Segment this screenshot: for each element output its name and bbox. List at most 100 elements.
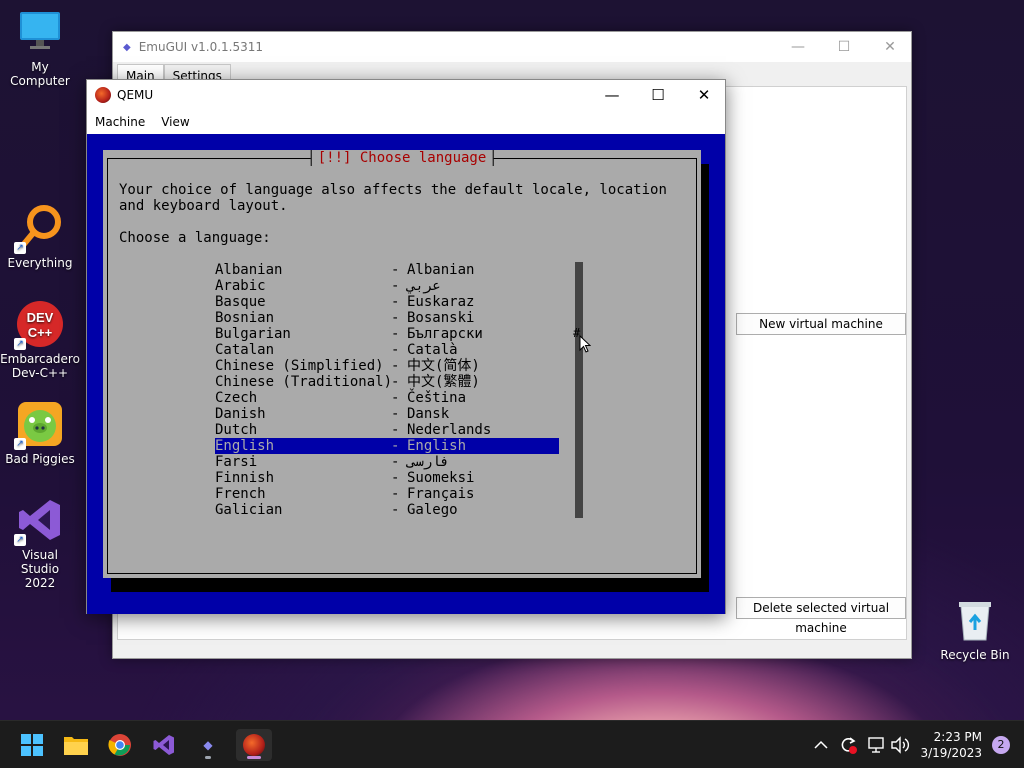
desktop-icon-dev-cpp[interactable]: DEV C++ ↗ Embarcadero Dev-C++ xyxy=(0,300,80,380)
language-option[interactable]: Albanian - Albanian xyxy=(215,262,559,278)
qemu-icon[interactable] xyxy=(236,729,272,761)
delete-virtual-machine-button[interactable]: Delete selected virtual machine xyxy=(736,597,906,635)
everything-search-icon: ↗ xyxy=(14,204,64,254)
start-icon[interactable] xyxy=(16,729,48,761)
file-explorer-icon[interactable] xyxy=(60,729,92,761)
separator-dash: - xyxy=(391,310,400,326)
desktop-icon-label: My Computer xyxy=(10,60,70,88)
monitor-icon xyxy=(16,8,64,56)
language-option[interactable]: Arabic - عربي xyxy=(215,278,559,294)
qemu-app-icon xyxy=(95,87,111,103)
qemu-close-button[interactable]: ✕ xyxy=(681,80,727,110)
desktop-icon-label: Everything xyxy=(7,256,73,270)
language-name: Chinese (Traditional) xyxy=(215,374,393,390)
language-native-name: Čeština xyxy=(407,390,467,406)
language-option[interactable]: Finnish - Suomeksi xyxy=(215,470,559,486)
desktop-icon-label: Visual Studio 2022 xyxy=(20,548,60,590)
desktop-icon-label: Recycle Bin xyxy=(940,648,1010,662)
active-indicator xyxy=(247,756,261,759)
close-button[interactable]: ✕ xyxy=(867,32,913,62)
separator-dash: - xyxy=(391,326,400,342)
language-name: Albanian xyxy=(215,262,283,278)
language-option[interactable]: French - Français xyxy=(215,486,559,502)
qemu-maximize-button[interactable]: ☐ xyxy=(635,80,681,110)
separator-dash: - xyxy=(391,262,400,278)
language-option[interactable]: Bulgarian - Български xyxy=(215,326,559,342)
language-name: Basque xyxy=(215,294,266,310)
language-option[interactable]: English - English xyxy=(215,438,559,454)
vm-display[interactable]: [!!] Choose language Your choice of lang… xyxy=(87,134,725,614)
menu-machine[interactable]: Machine xyxy=(95,115,145,129)
language-native-name: Bosanski xyxy=(407,310,475,326)
maximize-button[interactable]: ☐ xyxy=(821,32,867,62)
language-option[interactable]: Farsi - فارسی xyxy=(215,454,559,470)
language-scrollbar[interactable] xyxy=(575,262,583,518)
visual-studio-icon: ↗ xyxy=(14,496,64,546)
language-option[interactable]: Catalan - Català xyxy=(215,342,559,358)
desktop-icon-bad-piggies[interactable]: ↗ Bad Piggies xyxy=(0,400,80,466)
desktop-icon-label: Embarcadero Dev-C++ xyxy=(0,352,80,380)
clock-time: 2:23 PM xyxy=(933,730,982,744)
emugui-icon[interactable]: ◆ xyxy=(192,729,224,761)
new-virtual-machine-button[interactable]: New virtual machine xyxy=(736,313,906,335)
dev-cpp-icon: DEV C++ ↗ xyxy=(14,300,64,350)
language-option[interactable]: Chinese (Traditional) - 中文(繁體) xyxy=(215,374,559,390)
language-native-name: Albanian xyxy=(407,262,475,278)
separator-dash: - xyxy=(391,390,400,406)
separator-dash: - xyxy=(391,374,400,390)
language-option[interactable]: Danish - Dansk xyxy=(215,406,559,422)
language-native-name: Galego xyxy=(407,502,458,518)
qemu-window[interactable]: QEMU — ☐ ✕ Machine View [!!] Choose lang… xyxy=(86,79,726,614)
desktop-icon-my-computer[interactable]: My Computer xyxy=(0,8,80,88)
separator-dash: - xyxy=(391,342,400,358)
notification-badge[interactable]: 2 xyxy=(992,736,1010,754)
svg-text:C++: C++ xyxy=(28,325,53,340)
update-status-icon[interactable] xyxy=(838,721,858,768)
shortcut-arrow-icon: ↗ xyxy=(14,534,26,546)
language-option[interactable]: Galician - Galego xyxy=(215,502,559,518)
desktop-icon-recycle-bin[interactable]: Recycle Bin xyxy=(935,596,1015,662)
taskbar: ◆ 2:23 PM 3/19/2023 2 xyxy=(0,720,1024,768)
language-name: Finnish xyxy=(215,470,275,486)
desktop-icon-visual-studio[interactable]: ↗ Visual Studio 2022 xyxy=(0,496,80,590)
menu-view[interactable]: View xyxy=(161,115,189,129)
language-option[interactable]: Chinese (Simplified) - 中文(简体) xyxy=(215,358,559,374)
qemu-title: QEMU xyxy=(117,88,154,102)
minimize-button[interactable]: — xyxy=(775,32,821,62)
language-native-name: Català xyxy=(407,342,458,358)
shortcut-arrow-icon: ↗ xyxy=(14,338,26,350)
language-native-name: Dansk xyxy=(407,406,450,422)
chrome-icon[interactable] xyxy=(104,729,136,761)
language-native-name: Français xyxy=(407,486,475,502)
recycle-bin-icon xyxy=(951,596,999,644)
language-name: Bosnian xyxy=(215,310,275,326)
language-native-name: 中文(繁體) xyxy=(407,374,480,390)
language-option[interactable]: Bosnian - Bosanski xyxy=(215,310,559,326)
volume-icon[interactable] xyxy=(890,721,910,768)
separator-dash: - xyxy=(391,278,400,294)
language-name: Dutch xyxy=(215,422,258,438)
running-indicator xyxy=(205,756,211,759)
visual-studio-icon[interactable] xyxy=(148,729,180,761)
separator-dash: - xyxy=(391,438,400,454)
separator-dash: - xyxy=(391,470,400,486)
language-option[interactable]: Czech - Čeština xyxy=(215,390,559,406)
desktop-icon-everything[interactable]: ↗ Everything xyxy=(0,204,80,270)
separator-dash: - xyxy=(391,502,400,518)
language-option[interactable]: Basque - Euskaraz xyxy=(215,294,559,310)
separator-dash: - xyxy=(391,358,400,374)
language-name: Chinese (Simplified) xyxy=(215,358,384,374)
language-option[interactable]: Dutch - Nederlands xyxy=(215,422,559,438)
qemu-menubar: Machine View xyxy=(87,110,725,134)
clock-date: 3/19/2023 xyxy=(920,746,982,760)
network-icon[interactable] xyxy=(866,721,886,768)
emugui-app-icon: ◆ xyxy=(123,41,131,53)
show-hidden-icons[interactable] xyxy=(814,721,828,768)
dialog-title: [!!] Choose language xyxy=(310,150,494,166)
bad-piggies-icon: ↗ xyxy=(14,400,64,450)
qemu-minimize-button[interactable]: — xyxy=(589,80,635,110)
language-name: English xyxy=(215,438,275,454)
language-list[interactable]: Albanian - Albanian Arabic - عربي Basque - Euska… xyxy=(215,262,559,518)
language-name: Czech xyxy=(215,390,258,406)
clock[interactable]: 2:23 PM 3/19/2023 xyxy=(920,729,982,761)
